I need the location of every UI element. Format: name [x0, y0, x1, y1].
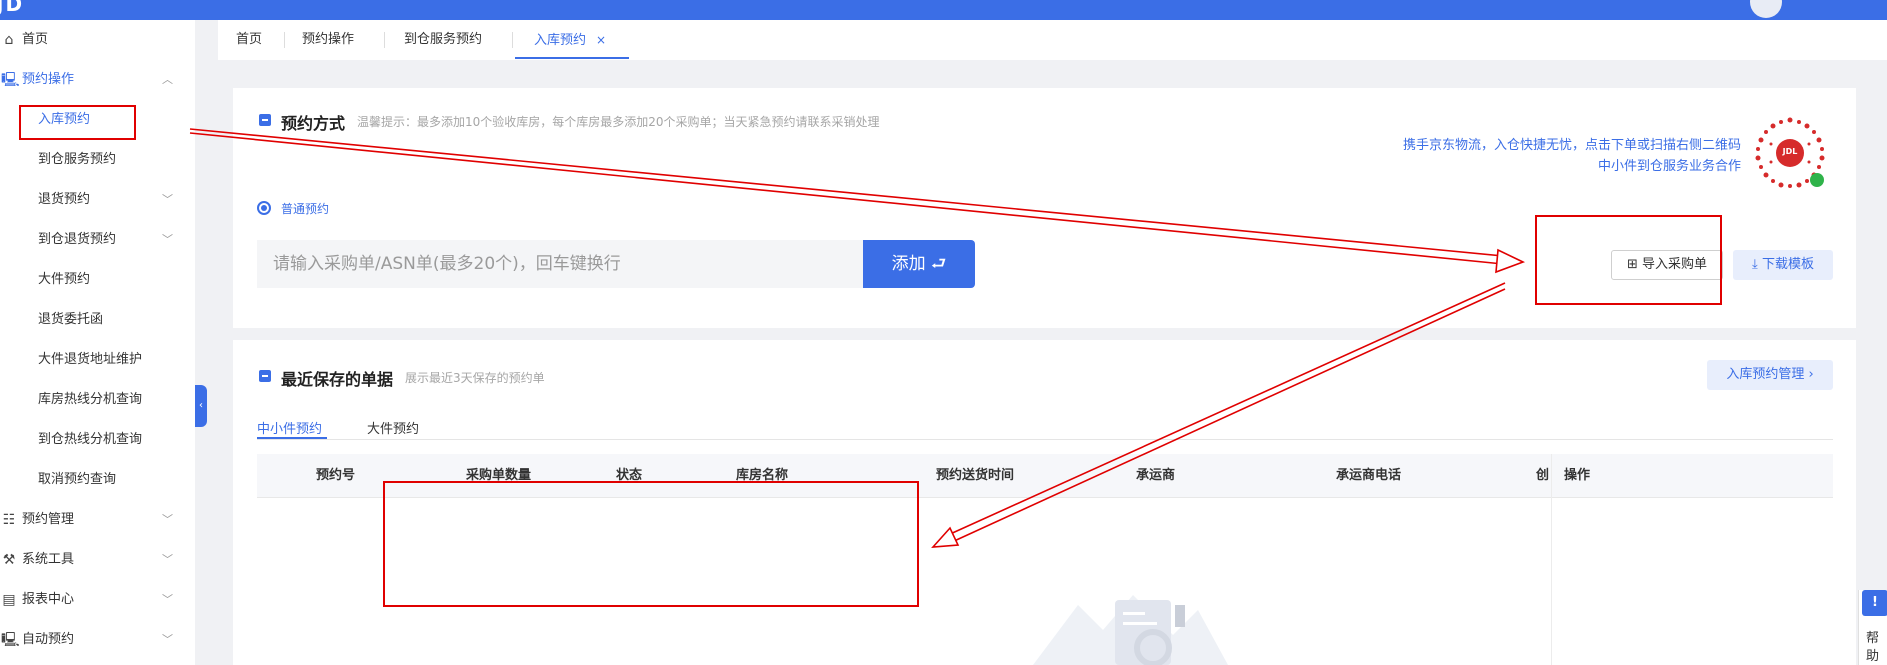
chevron-down-icon: ﹀	[162, 593, 173, 606]
sidebar-item-bulky-return-address[interactable]: 大件退货地址维护	[0, 340, 195, 380]
section-icon	[259, 370, 271, 382]
promo-text-line2[interactable]: 中小件到仓服务业务合作	[1233, 155, 1741, 174]
add-button[interactable]: 添加 ⮐	[863, 240, 975, 288]
po-number-input[interactable]	[257, 240, 863, 288]
section-icon	[259, 114, 271, 126]
recent-hint: 展示最近3天保存的预约单	[405, 371, 545, 385]
monitor-icon: 🖳	[1, 632, 20, 648]
column-header: 预约送货时间	[936, 468, 1015, 483]
sidebar-item-label: 退货预约	[38, 192, 91, 207]
tab-warehouse-service-booking[interactable]: 到仓服务预约	[404, 20, 482, 60]
booking-hint: 温馨提示：最多添加10个验收库房，每个库房最多添加20个采购单；当天紧急预约请联…	[357, 115, 880, 129]
annotation-box-import	[1535, 215, 1722, 305]
home-icon: ⌂	[4, 32, 14, 48]
sidebar-item-label: 退货委托函	[38, 312, 104, 327]
sidebar-collapse-button[interactable]: ‹	[195, 385, 207, 427]
sidebar-item-label: 首页	[22, 32, 49, 47]
sidebar-item-label: 大件退货地址维护	[38, 352, 143, 367]
annotation-box-sidebar	[19, 105, 136, 140]
sidebar-group-auto-booking[interactable]: 🖳 自动预约 ﹀	[0, 620, 195, 660]
fixed-column-divider	[1551, 454, 1552, 665]
tab-divider	[512, 32, 513, 48]
tab-inbound-booking[interactable]: 入库预约 ×	[534, 20, 606, 60]
normal-booking-radio[interactable]	[257, 201, 271, 215]
sidebar-group-booking-management[interactable]: ☷ 预约管理 ﹀	[0, 500, 195, 540]
avatar[interactable]	[1750, 0, 1782, 18]
sidebar-item-label: 预约管理	[22, 512, 75, 527]
sidebar-item-cancel-query[interactable]: 取消预约查询	[0, 460, 195, 500]
button-label: 下载模板	[1761, 257, 1814, 272]
chevron-down-icon: ﹀	[162, 553, 173, 566]
sidebar-item-label: 到仓热线分机查询	[38, 432, 143, 447]
column-header: 创	[1536, 468, 1550, 483]
sidebar-item-label: 取消预约查询	[38, 472, 117, 487]
help-icon: !	[1862, 590, 1887, 616]
sidebar-item-label: 大件预约	[38, 272, 91, 287]
inbound-booking-management-button[interactable]: 入库预约管理 ›	[1707, 360, 1833, 390]
section-title: 最近保存的单据	[281, 370, 394, 389]
sidebar-item-return-letter[interactable]: 退货委托函	[0, 300, 195, 340]
report-icon: ▤	[2, 592, 16, 608]
sidebar-item-label: 预约操作	[22, 72, 75, 87]
sidebar-item-warehouse-hotline[interactable]: 库房热线分机查询	[0, 380, 195, 420]
sidebar-item-label: 到仓服务预约	[38, 152, 117, 167]
qr-badge: JDL	[1782, 147, 1798, 156]
tab-label: 入库预约	[534, 33, 587, 48]
column-header: 操作	[1564, 468, 1591, 483]
calendar-list-icon: ☷	[2, 512, 16, 528]
sidebar-group-booking-ops[interactable]: 🖳 预约操作 ︿	[0, 60, 195, 100]
monitor-icon: 🖳	[1, 72, 20, 88]
subtab-bulky[interactable]: 大件预约	[367, 418, 419, 437]
chevron-down-icon: ﹀	[162, 193, 173, 206]
chevron-down-icon: ﹀	[162, 513, 173, 526]
tab-home[interactable]: 首页	[236, 20, 262, 60]
promo-text-line1[interactable]: 携手京东物流，入仓快捷无忧，点击下单或扫描右侧二维码	[1233, 134, 1741, 153]
sidebar-item-label: 报表中心	[22, 592, 75, 607]
help-float-button[interactable]: ! 帮助	[1858, 590, 1887, 665]
sidebar-item-label: 系统工具	[22, 552, 75, 567]
subtab-small-medium[interactable]: 中小件预约	[257, 418, 322, 437]
tab-label: 首页	[236, 32, 263, 47]
top-header: JD	[0, 0, 1887, 20]
sidebar-item-return-booking[interactable]: 退货预约 ﹀	[0, 180, 195, 220]
sidebar-group-report-center[interactable]: ▤ 报表中心 ﹀	[0, 580, 195, 620]
empty-state-illustration	[1033, 595, 1228, 665]
sidebar-item-home[interactable]: ⌂ 首页	[0, 20, 195, 60]
tab-booking-ops[interactable]: 预约操作	[302, 20, 354, 60]
sidebar-item-bulky-booking[interactable]: 大件预约	[0, 260, 195, 300]
chevron-down-icon: ﹀	[162, 233, 173, 246]
column-header: 承运商	[1136, 468, 1176, 483]
subtab-divider	[257, 439, 1833, 440]
tab-divider	[384, 32, 385, 48]
brand-logo: JD	[0, 0, 25, 16]
tab-label: 预约操作	[302, 32, 355, 47]
download-icon: ⤓	[1752, 257, 1762, 272]
sidebar-item-warehouse-return-booking[interactable]: 到仓退货预约 ﹀	[0, 220, 195, 260]
tab-divider	[284, 32, 285, 48]
column-header: 承运商电话	[1336, 468, 1402, 483]
sidebar-group-system-tools[interactable]: ⚒ 系统工具 ﹀	[0, 540, 195, 580]
download-template-button[interactable]: ⤓ 下载模板	[1733, 250, 1833, 280]
help-label: 帮助	[1866, 631, 1880, 664]
annotation-box-table	[383, 481, 919, 607]
section-title: 预约方式	[281, 114, 346, 133]
chevron-down-icon: ﹀	[162, 633, 173, 646]
sidebar-item-label: 自动预约	[22, 632, 75, 647]
close-icon[interactable]: ×	[596, 33, 606, 47]
active-tab-indicator	[515, 57, 629, 59]
tab-bar: 首页 预约操作 到仓服务预约 入库预约 ×	[218, 20, 1887, 60]
normal-booking-label[interactable]: 普通预约	[281, 200, 329, 217]
tools-icon: ⚒	[2, 552, 16, 568]
sidebar-item-label: 到仓退货预约	[38, 232, 117, 247]
column-header: 预约号	[316, 468, 356, 483]
sidebar-item-arrival-hotline[interactable]: 到仓热线分机查询	[0, 420, 195, 460]
sidebar-item-warehouse-service-booking[interactable]: 到仓服务预约	[0, 140, 195, 180]
sidebar-item-label: 库房热线分机查询	[38, 392, 143, 407]
tab-label: 到仓服务预约	[404, 32, 483, 47]
chevron-up-icon: ︿	[162, 73, 173, 86]
